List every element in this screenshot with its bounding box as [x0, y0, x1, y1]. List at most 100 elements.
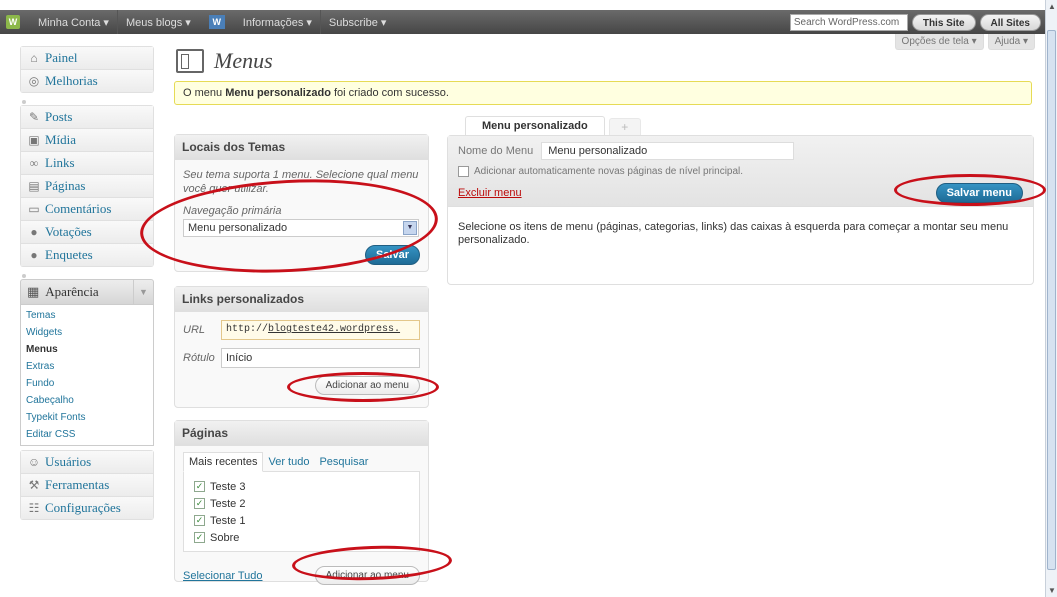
media-icon: ▣	[28, 132, 40, 147]
url-input[interactable]: http://blogteste42.wordpress.	[221, 320, 420, 340]
pin-icon: ✎	[28, 109, 40, 124]
admin-bar: W Minha Conta ▾ Meus blogs ▾ W Informaçõ…	[0, 10, 1045, 34]
checkbox[interactable]: ✓	[194, 532, 205, 543]
comment-icon: ▭	[28, 201, 40, 216]
menu-editor: Menu personalizado + Nome do Menu Menu p…	[447, 116, 1034, 285]
menu-name-input[interactable]: Menu personalizado	[541, 142, 795, 160]
custom-links-box: Links personalizados URL http://blogtest…	[174, 286, 429, 408]
help-button[interactable]: Ajuda ▾	[987, 34, 1035, 50]
theme-locations-box: Locais dos Temas Seu tema suporta 1 menu…	[174, 134, 429, 272]
screen-options-bar: Opções de tela ▾ Ajuda ▾	[894, 34, 1035, 50]
auto-add-checkbox[interactable]	[458, 166, 469, 177]
menu-edit-panel: Nome do Menu Menu personalizado Adiciona…	[447, 135, 1034, 285]
locations-description: Seu tema suporta 1 menu. Selecione qual …	[183, 169, 419, 195]
add-menu-tab[interactable]: +	[608, 118, 641, 135]
page-header: Menus	[176, 48, 273, 74]
list-item[interactable]: ✓ Teste 1	[194, 512, 409, 529]
auto-add-label: Adicionar automaticamente novas páginas …	[474, 166, 744, 177]
users-icon: ☺	[27, 454, 41, 469]
scroll-down-icon[interactable]: ▼	[1048, 586, 1056, 595]
all-sites-button[interactable]: All Sites	[979, 13, 1041, 31]
appearance-icon: ▦	[27, 284, 40, 299]
submenu-item-menus[interactable]: Menus	[21, 341, 153, 358]
chevron-down-icon[interactable]: ▼	[403, 221, 417, 235]
add-pages-button[interactable]: Adicionar ao menu	[314, 566, 420, 585]
tab-search[interactable]: Pesquisar	[314, 453, 373, 471]
label-input[interactable]: Início	[221, 348, 420, 368]
url-label: URL	[183, 324, 206, 336]
list-item[interactable]: ✓ Sobre	[194, 529, 409, 546]
submenu-item-typekit[interactable]: Typekit Fonts	[21, 409, 153, 426]
sidebar-item-links[interactable]: ∞ Links	[20, 151, 154, 174]
screen-options-button[interactable]: Opções de tela ▾	[894, 34, 984, 50]
sidebar-item-comments[interactable]: ▭ Comentários	[20, 197, 154, 220]
box-title[interactable]: Páginas	[175, 421, 428, 446]
sidebar-item-appearance[interactable]: ▦ Aparência ▼	[20, 279, 154, 305]
sidebar-item-votes[interactable]: ● Votações	[20, 220, 154, 243]
save-locations-button[interactable]: Salvar	[364, 245, 420, 265]
page-title: Menus	[214, 48, 273, 73]
sidebar-item-dashboard[interactable]: ⌂ Painel	[20, 46, 154, 69]
sidebar-item-surveys[interactable]: ● Enquetes	[20, 243, 154, 266]
settings-icon: ☷	[28, 500, 40, 515]
submenu-item-header[interactable]: Cabeçalho	[21, 392, 153, 409]
box-title[interactable]: Locais dos Temas	[175, 135, 428, 160]
checkbox[interactable]: ✓	[194, 515, 205, 526]
tab-recent[interactable]: Mais recentes	[183, 452, 264, 472]
scroll-thumb[interactable]	[1047, 30, 1056, 570]
tools-icon: ⚒	[28, 477, 40, 492]
pages-box: Páginas Mais recentes Ver tudo Pesquisar…	[174, 420, 429, 585]
sidebar-item-tools[interactable]: ⚒ Ferramentas	[20, 473, 154, 496]
search-input[interactable]: Search WordPress.com	[789, 13, 908, 31]
blog-icon[interactable]: W	[208, 15, 225, 29]
pages-checklist: ✓ Teste 3 ✓ Teste 2 ✓ Teste 1 ✓ Sobre	[183, 472, 420, 552]
pages-icon: ▤	[28, 178, 40, 193]
home-icon: ⌂	[30, 50, 38, 65]
delete-menu-link[interactable]: Excluir menu	[458, 187, 522, 199]
chevron-down-icon[interactable]: ▼	[133, 279, 153, 305]
menu-instructions: Selecione os itens de menu (páginas, cat…	[458, 221, 1009, 246]
menu-name-label: Nome do Menu	[458, 145, 534, 157]
menus-icon	[176, 49, 204, 73]
tab-menu-personalizado[interactable]: Menu personalizado	[465, 116, 605, 135]
success-notice: O menu Menu personalizado foi criado com…	[174, 81, 1032, 105]
wordpress-logo-icon[interactable]: W	[6, 15, 20, 29]
sidebar-item-users[interactable]: ☺ Usuários	[20, 450, 154, 473]
checkbox[interactable]: ✓	[194, 498, 205, 509]
subscribe-menu[interactable]: Subscribe ▾	[321, 16, 395, 29]
sidebar-item-posts[interactable]: ✎ Posts	[20, 105, 154, 128]
sidebar-item-upgrades[interactable]: ◎ Melhorias	[20, 69, 154, 92]
checkbox[interactable]: ✓	[194, 481, 205, 492]
primary-nav-select[interactable]: Menu personalizado ▼	[183, 219, 419, 237]
menu-separator	[20, 97, 154, 105]
appearance-submenu: Temas Widgets Menus Extras Fundo Cabeçal…	[20, 305, 154, 446]
link-icon: ∞	[29, 155, 39, 170]
submenu-item-edit-css[interactable]: Editar CSS	[21, 426, 153, 443]
my-blogs-menu[interactable]: Meus blogs ▾	[118, 16, 199, 29]
poll-icon: ●	[30, 224, 38, 239]
sidebar-item-settings[interactable]: ☷ Configurações	[20, 496, 154, 519]
box-title[interactable]: Links personalizados	[175, 287, 428, 312]
select-all-link[interactable]: Selecionar Tudo	[183, 570, 263, 582]
sidebar-item-media[interactable]: ▣ Mídia	[20, 128, 154, 151]
primary-nav-label: Navegação primária	[183, 205, 282, 217]
list-item[interactable]: ✓ Teste 3	[194, 478, 409, 495]
label-label: Rótulo	[183, 352, 215, 364]
upgrade-icon: ◎	[28, 73, 40, 88]
pages-tabs: Mais recentes Ver tudo Pesquisar	[183, 452, 420, 472]
save-menu-button[interactable]: Salvar menu	[935, 183, 1023, 203]
this-site-button[interactable]: This Site	[911, 13, 976, 31]
scroll-up-icon[interactable]: ▲	[1048, 2, 1056, 11]
submenu-item-themes[interactable]: Temas	[21, 307, 153, 324]
menu-tabs: Menu personalizado +	[447, 116, 1034, 135]
submenu-item-widgets[interactable]: Widgets	[21, 324, 153, 341]
submenu-item-background[interactable]: Fundo	[21, 375, 153, 392]
list-item[interactable]: ✓ Teste 2	[194, 495, 409, 512]
sidebar-item-pages[interactable]: ▤ Páginas	[20, 174, 154, 197]
scrollbar[interactable]: ▲ ▼	[1045, 0, 1057, 597]
my-account-menu[interactable]: Minha Conta ▾	[30, 16, 117, 29]
tab-view-all[interactable]: Ver tudo	[263, 453, 314, 471]
submenu-item-extras[interactable]: Extras	[21, 358, 153, 375]
info-menu[interactable]: Informações ▾	[235, 16, 320, 29]
add-custom-link-button[interactable]: Adicionar ao menu	[314, 376, 420, 395]
